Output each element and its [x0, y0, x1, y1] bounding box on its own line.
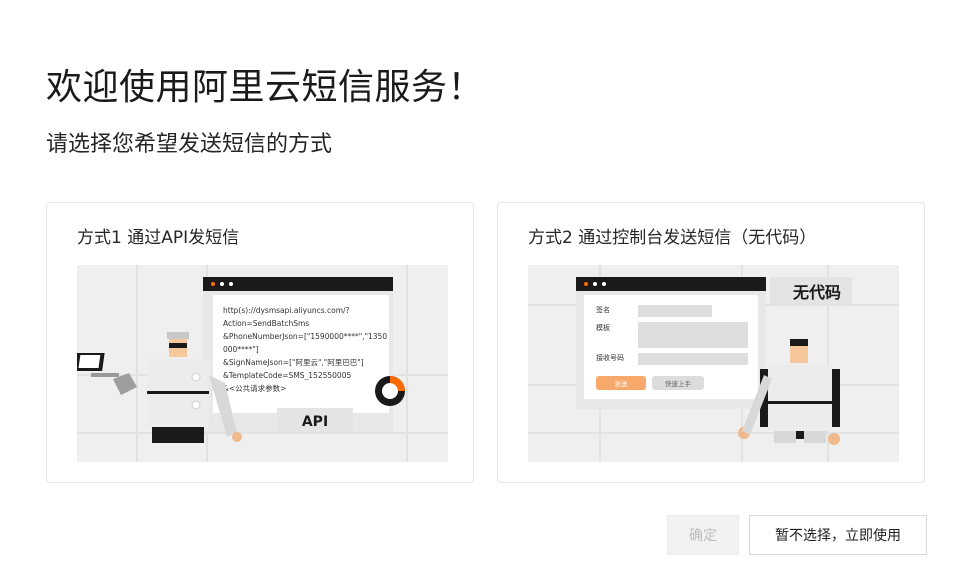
- api-badge: API: [302, 414, 328, 430]
- skip-button[interactable]: 暂不选择，立即使用: [749, 515, 927, 555]
- code-window: http(s)://dysmsapi.aliyuncs.com/? Action…: [203, 277, 405, 432]
- api-illustration: http(s)://dysmsapi.aliyuncs.com/? Action…: [77, 265, 448, 462]
- window-dot-icon: [229, 282, 233, 286]
- code-line: http(s)://dysmsapi.aliyuncs.com/?: [223, 306, 350, 315]
- option-card-console[interactable]: 方式2 通过控制台发送短信（无代码） 签名 模板 接收号码 发送 快速上手 无代…: [497, 202, 925, 483]
- code-line: &<公共请求参数>: [223, 383, 286, 393]
- code-line: 000****"]: [223, 345, 259, 354]
- option-title-api: 方式1 通过API发短信: [77, 228, 240, 248]
- option-card-api[interactable]: 方式1 通过API发短信 http(s)://dysmsapi.aliyuncs…: [46, 202, 474, 483]
- window-dot-icon: [593, 282, 597, 286]
- form-label: 模板: [596, 323, 610, 332]
- confirm-button[interactable]: 确定: [667, 515, 739, 555]
- quick-start-label: 快速上手: [665, 379, 692, 388]
- window-dot-icon: [602, 282, 606, 286]
- form-label: 接收号码: [596, 353, 624, 362]
- donut-chart-icon: [375, 376, 405, 406]
- window-dot-icon: [584, 282, 588, 286]
- code-line: &SignNameJson=["阿里云","阿里巴巴"]: [223, 358, 364, 367]
- code-line: &TemplateCode=SMS_152550005: [223, 371, 351, 380]
- form-label: 签名: [596, 305, 610, 314]
- console-window: 签名 模板 接收号码 发送 快速上手: [576, 277, 766, 409]
- send-label: 发送: [615, 379, 629, 388]
- page-subtitle: 请选择您希望发送短信的方式: [46, 132, 333, 157]
- no-code-badge: 无代码: [792, 283, 841, 302]
- console-illustration: 签名 模板 接收号码 发送 快速上手 无代码: [528, 265, 899, 462]
- window-dot-icon: [220, 282, 224, 286]
- page-title: 欢迎使用阿里云短信服务！: [46, 67, 485, 108]
- window-dot-icon: [211, 282, 215, 286]
- code-line: &PhoneNumberJson=["1590000****","1350: [223, 332, 387, 341]
- option-title-console: 方式2 通过控制台发送短信（无代码）: [528, 228, 817, 248]
- code-line: Action=SendBatchSms: [223, 319, 309, 328]
